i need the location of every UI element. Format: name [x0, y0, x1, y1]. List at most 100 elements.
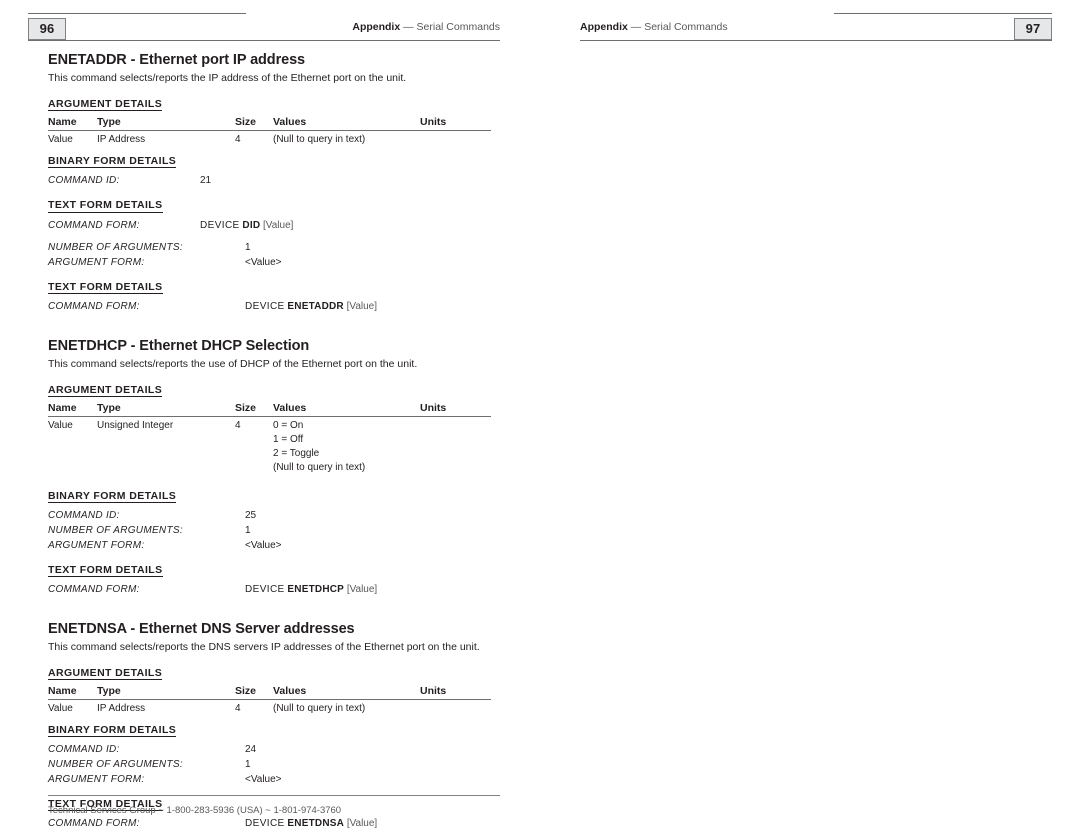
- value-placeholder: [Value]: [346, 818, 378, 830]
- column-header-values: Values: [273, 116, 420, 132]
- cell-type: IP Address: [97, 134, 146, 146]
- detail-row-number-of-arguments: NUMBER OF ARGUMENTS: 1: [48, 757, 500, 772]
- command-section-enetdhcp: ENETDHCP - Ethernet DHCP Selection This …: [48, 338, 500, 597]
- footer-text: Technical Services Group ~ 1-800-283-593…: [48, 805, 342, 816]
- command-title: ENETDHCP - Ethernet DHCP Selection: [48, 337, 310, 354]
- header-rule-top: [834, 13, 1052, 14]
- table-row: Value IP Address 4 (Null to query in tex…: [48, 699, 491, 716]
- command-mnemonic: ENETADDR: [287, 300, 344, 312]
- running-head-subject: Serial Commands: [416, 21, 500, 33]
- detail-row-argument-form: ARGUMENT FORM: <Value>: [48, 538, 500, 553]
- detail-value: 1: [245, 241, 251, 253]
- argument-details-table: Name Type Size Values Units Value IP Add…: [48, 684, 491, 716]
- detail-value: <Value>: [245, 256, 282, 268]
- binary-form-details-rows: COMMAND ID: 25 NUMBER OF ARGUMENTS: 1 AR…: [48, 508, 500, 553]
- command-title: ENETADDR - Ethernet port IP address: [48, 52, 306, 68]
- value-item: (Null to query in text): [273, 134, 366, 146]
- detail-value: 1: [245, 524, 251, 536]
- detail-label: NUMBER OF ARGUMENTS:: [48, 241, 183, 253]
- detail-value: 24: [245, 744, 257, 756]
- table-row: Value IP Address 4 (Null to query in tex…: [48, 131, 491, 148]
- header-rule-bottom: [28, 40, 500, 41]
- values-list: (Null to query in text): [273, 133, 420, 147]
- argument-details-table: Name Type Size Values Units Value IP Add…: [48, 116, 491, 147]
- detail-value: <Value>: [245, 539, 282, 551]
- running-head-dash: —: [630, 21, 642, 33]
- values-list: (Null to query in text): [273, 702, 420, 716]
- running-head-left: 96 Appendix — Serial Commands: [0, 0, 540, 46]
- command-mnemonic: DID: [242, 219, 261, 231]
- page-number-right: 97: [1014, 18, 1052, 40]
- column-header-type: Type: [97, 684, 235, 700]
- value-placeholder: [Value]: [263, 219, 294, 231]
- table-row: Value Unsigned Integer 4 0 = On 1 = Off 2 …: [48, 416, 491, 475]
- argument-details-heading: ARGUMENT DETAILS: [48, 383, 163, 397]
- command-section-enetaddr: ENETADDR - Ethernet port IP address This…: [48, 52, 500, 314]
- page-spread: 96 Appendix — Serial Commands ENETADDR -…: [0, 0, 1080, 834]
- value-item: (Null to query in text): [273, 462, 366, 474]
- footer-rule: [48, 795, 500, 796]
- running-head-right: 97 Appendix — Serial Commands: [540, 0, 1080, 46]
- column-header-type: Type: [97, 116, 235, 132]
- running-head-subject: Serial Commands: [644, 21, 728, 33]
- argument-details-heading: ARGUMENT DETAILS: [48, 98, 163, 112]
- column-header-name: Name: [48, 401, 97, 417]
- cell-name: Value: [48, 134, 73, 146]
- detail-value: <Value>: [245, 774, 282, 786]
- detail-row-command-form-final: COMMAND FORM: DEVICE ENETADDR [Value]: [48, 299, 500, 314]
- detail-row-argument-form: ARGUMENT FORM: <Value>: [48, 772, 500, 787]
- binary-form-details-rows-cont: NUMBER OF ARGUMENTS: 1 ARGUMENT FORM: <V…: [48, 240, 500, 270]
- binary-form-details-rows: COMMAND ID: 21: [48, 173, 500, 188]
- text-form-details-heading-a: TEXT FORM DETAILS: [48, 199, 163, 213]
- detail-row-command-id: COMMAND ID: 25: [48, 508, 500, 523]
- value-item: 2 = Toggle: [273, 448, 320, 460]
- detail-value: 1: [245, 759, 251, 771]
- detail-label: COMMAND FORM:: [48, 219, 140, 231]
- binary-form-details-heading: BINARY FORM DETAILS: [48, 489, 177, 503]
- cell-values: (Null to query in text): [273, 131, 420, 148]
- cell-name: Value: [48, 419, 73, 431]
- table-header-row: Name Type Size Values Units: [48, 684, 491, 700]
- running-head-label: Appendix: [352, 21, 401, 33]
- value-placeholder: [Value]: [346, 300, 378, 312]
- command-title: ENETDNSA - Ethernet DNS Server addresses: [48, 620, 355, 637]
- column-header-values: Values: [273, 401, 420, 417]
- column-header-values: Values: [273, 684, 420, 700]
- detail-row-number-of-arguments: NUMBER OF ARGUMENTS: 1: [48, 523, 500, 538]
- command-description: This command selects/reports the DNS ser…: [48, 640, 480, 653]
- argument-details-table: Name Type Size Values Units Value Unsign…: [48, 401, 491, 476]
- column-header-units: Units: [420, 401, 491, 417]
- table-header-row: Name Type Size Values Units: [48, 116, 491, 132]
- device-keyword: DEVICE: [245, 818, 285, 830]
- detail-value: 21: [200, 175, 212, 187]
- command-description: This command selects/reports the IP addr…: [48, 72, 407, 84]
- cell-size: 4: [235, 134, 241, 146]
- text-form-details-rows-b: COMMAND FORM: DEVICE ENETADDR [Value]: [48, 299, 500, 314]
- value-placeholder: [Value]: [346, 583, 378, 595]
- header-rule-bottom: [580, 40, 1052, 41]
- column-header-units: Units: [420, 116, 491, 132]
- running-head-label: Appendix: [580, 21, 628, 33]
- value-item: 0 = On: [273, 419, 304, 431]
- detail-row-command-form-final: COMMAND FORM: DEVICE ENETDNSA [Value]: [48, 816, 500, 831]
- column-header-name: Name: [48, 684, 97, 700]
- column-header-units: Units: [420, 684, 491, 700]
- cell-name: Value: [48, 702, 73, 714]
- column-header-size: Size: [235, 116, 273, 132]
- detail-label: NUMBER OF ARGUMENTS:: [48, 759, 183, 771]
- command-mnemonic: ENETDHCP: [287, 583, 345, 595]
- device-keyword: DEVICE: [200, 219, 240, 231]
- cell-type: Unsigned Integer: [97, 419, 174, 431]
- cell-values: (Null to query in text): [273, 699, 420, 716]
- table-header-row: Name Type Size Values Units: [48, 401, 491, 417]
- device-keyword: DEVICE: [245, 583, 285, 595]
- binary-form-details-heading: BINARY FORM DETAILS: [48, 155, 177, 169]
- column-header-name: Name: [48, 116, 97, 132]
- value-item: (Null to query in text): [273, 702, 366, 714]
- detail-value: DEVICE ENETDNSA [Value]: [245, 816, 377, 831]
- binary-form-details-heading: BINARY FORM DETAILS: [48, 724, 177, 738]
- cell-size: 4: [235, 702, 241, 714]
- detail-label: COMMAND FORM:: [48, 300, 140, 312]
